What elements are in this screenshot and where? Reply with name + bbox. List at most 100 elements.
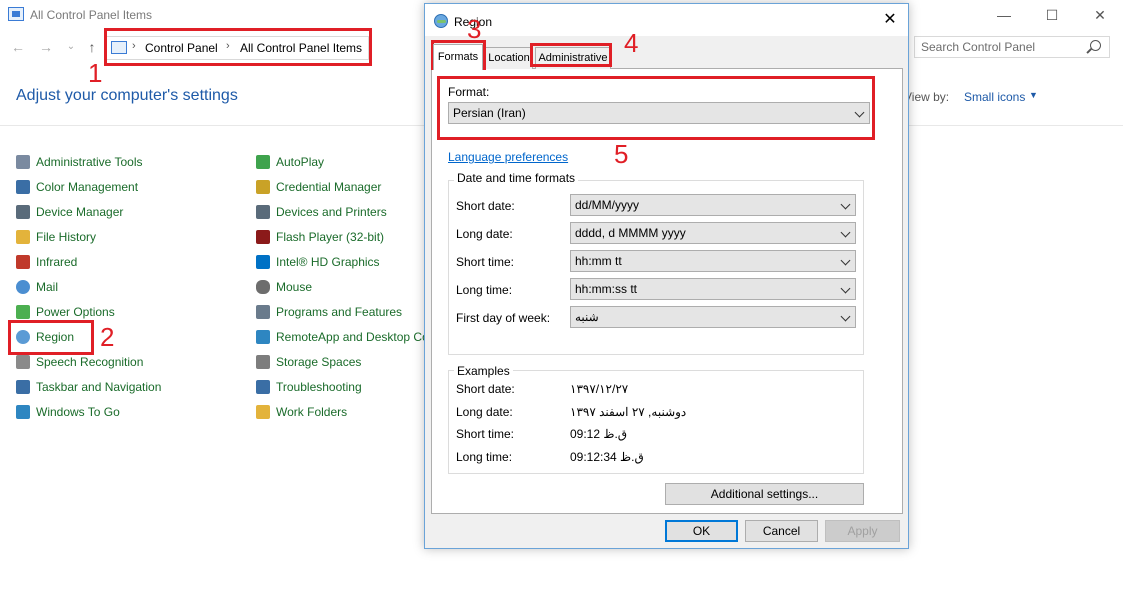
remoteapp-icon — [256, 330, 270, 344]
storage-spaces-icon — [256, 355, 270, 369]
long-date-value: dddd, d MMMM yyyy — [575, 226, 686, 240]
cp-item-devices-printers[interactable]: Devices and Printers — [256, 203, 387, 221]
troubleshooting-icon — [256, 380, 270, 394]
autoplay-icon — [256, 155, 270, 169]
chevron-down-icon — [840, 311, 851, 322]
tab-administrative[interactable]: Administrative — [535, 47, 611, 69]
format-value: Persian (Iran) — [453, 106, 526, 120]
annotation-number-3: 3 — [467, 14, 482, 44]
flash-player-icon — [256, 230, 270, 244]
view-by-dropdown[interactable]: Small icons — [964, 90, 1025, 104]
caret-down-icon[interactable]: ▼ — [1029, 90, 1038, 100]
long-date-dropdown[interactable]: dddd, d MMMM yyyy — [570, 222, 856, 244]
example-short-time-value: 09:12 ق.ظ — [570, 427, 628, 441]
format-dropdown[interactable]: Persian (Iran) — [448, 102, 870, 124]
color-management-icon — [16, 180, 30, 194]
short-date-dropdown[interactable]: dd/MM/yyyy — [570, 194, 856, 216]
long-date-label: Long date: — [456, 227, 513, 241]
mouse-icon — [256, 280, 270, 294]
maximize-button[interactable]: ☐ — [1029, 4, 1075, 26]
search-box[interactable]: Search Control Panel — [914, 36, 1110, 58]
address-bar[interactable]: › Control Panel › All Control Panel Item… — [106, 36, 369, 60]
cp-item-power-options[interactable]: Power Options — [16, 303, 115, 321]
cancel-button[interactable]: Cancel — [745, 520, 818, 542]
short-time-dropdown[interactable]: hh:mm tt — [570, 250, 856, 272]
recent-locations-icon[interactable]: ⌄ — [62, 38, 80, 56]
minimize-button[interactable]: — — [981, 4, 1027, 26]
mail-icon — [16, 280, 30, 294]
up-arrow-icon[interactable]: ↑ — [83, 38, 101, 56]
control-panel-icon — [8, 7, 24, 21]
apply-button[interactable]: Apply — [825, 520, 900, 542]
cp-item-programs-features[interactable]: Programs and Features — [256, 303, 402, 321]
example-short-time-label: Short time: — [456, 427, 515, 441]
long-time-dropdown[interactable]: hh:mm:ss tt — [570, 278, 856, 300]
forward-arrow-icon[interactable]: → — [37, 38, 55, 56]
page-title: Adjust your computer's settings — [16, 87, 238, 104]
file-history-icon — [16, 230, 30, 244]
cp-item-troubleshooting[interactable]: Troubleshooting — [256, 378, 362, 396]
cp-item-mouse[interactable]: Mouse — [256, 278, 312, 296]
windows-to-go-icon — [16, 405, 30, 419]
speech-recognition-icon — [16, 355, 30, 369]
cp-item-work-folders[interactable]: Work Folders — [256, 403, 347, 421]
work-folders-icon — [256, 405, 270, 419]
short-date-label: Short date: — [456, 199, 515, 213]
cp-item-file-history[interactable]: File History — [16, 228, 96, 246]
annotation-number-1: 1 — [88, 58, 103, 88]
tab-location[interactable]: Location — [485, 47, 533, 69]
ok-button[interactable]: OK — [665, 520, 738, 542]
cp-item-infrared[interactable]: Infrared — [16, 253, 77, 271]
cp-item-storage-spaces[interactable]: Storage Spaces — [256, 353, 361, 371]
region-dialog: Region ✕ Format: Persian (Iran) Language… — [424, 3, 909, 549]
cp-item-mail[interactable]: Mail — [16, 278, 58, 296]
cp-item-credential-manager[interactable]: Credential Manager — [256, 178, 381, 196]
cp-item-speech-recognition[interactable]: Speech Recognition — [16, 353, 143, 371]
chevron-down-icon — [840, 255, 851, 266]
short-date-value: dd/MM/yyyy — [575, 198, 640, 212]
breadcrumb-all-items[interactable]: All Control Panel Items — [240, 41, 362, 55]
annotation-number-4: 4 — [624, 28, 639, 58]
breadcrumb-control-panel[interactable]: Control Panel — [145, 41, 218, 55]
cp-item-remoteapp[interactable]: RemoteApp and Desktop Co — [256, 328, 429, 346]
device-manager-icon — [16, 205, 30, 219]
first-day-dropdown[interactable]: شنبه — [570, 306, 856, 328]
chevron-down-icon — [840, 227, 851, 238]
long-time-label: Long time: — [456, 283, 513, 297]
cp-item-windows-to-go[interactable]: Windows To Go — [16, 403, 120, 421]
annotation-number-2: 2 — [100, 322, 115, 352]
admin-tools-icon — [16, 155, 30, 169]
cp-item-taskbar-navigation[interactable]: Taskbar and Navigation — [16, 378, 161, 396]
chevron-down-icon — [840, 283, 851, 294]
tab-formats[interactable]: Formats — [433, 44, 483, 70]
language-preferences-link[interactable]: Language preferences — [448, 150, 568, 164]
region-icon — [16, 330, 30, 344]
globe-icon — [434, 14, 448, 28]
close-icon[interactable]: ✕ — [878, 10, 902, 30]
cp-item-intel-graphics[interactable]: Intel® HD Graphics — [256, 253, 380, 271]
cp-item-region[interactable]: Region — [16, 328, 74, 346]
dialog-titlebar: Region ✕ — [425, 4, 908, 36]
cp-item-color-management[interactable]: Color Management — [16, 178, 138, 196]
additional-settings-button[interactable]: Additional settings... — [665, 483, 864, 505]
cp-item-administrative-tools[interactable]: Administrative Tools — [16, 153, 143, 171]
example-short-date-value: ۱۳۹۷/۱۲/۲۷ — [570, 382, 629, 396]
search-icon[interactable] — [1090, 40, 1101, 51]
window-title: All Control Panel Items — [30, 8, 153, 22]
taskbar-icon — [16, 380, 30, 394]
tab-panel: Format: Persian (Iran) Language preferen… — [431, 68, 903, 514]
chevron-down-icon — [840, 199, 851, 210]
example-long-date-value: دوشنبه, ۲۷ اسفند ۱۳۹۷ — [570, 405, 687, 419]
cp-item-device-manager[interactable]: Device Manager — [16, 203, 123, 221]
devices-printers-icon — [256, 205, 270, 219]
cp-item-autoplay[interactable]: AutoPlay — [256, 153, 324, 171]
search-input[interactable]: Search Control Panel — [921, 40, 1035, 54]
back-arrow-icon[interactable]: ← — [9, 38, 27, 56]
infrared-icon — [16, 255, 30, 269]
cp-item-flash-player[interactable]: Flash Player (32-bit) — [256, 228, 384, 246]
control-panel-icon — [111, 41, 127, 54]
close-button[interactable]: ✕ — [1077, 4, 1123, 26]
credential-manager-icon — [256, 180, 270, 194]
first-day-value: شنبه — [575, 310, 599, 324]
intel-graphics-icon — [256, 255, 270, 269]
